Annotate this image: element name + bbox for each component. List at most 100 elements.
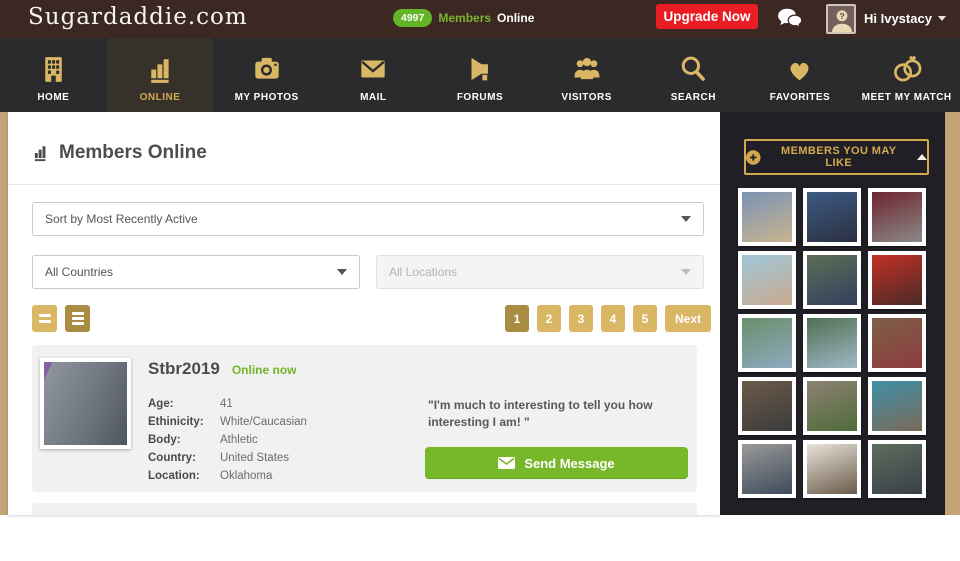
pagination-page-3[interactable]: 3 [569, 305, 593, 332]
members-online-counter: 4997 Members Online [393, 9, 534, 27]
suggested-member-photo[interactable] [738, 314, 796, 372]
members-you-may-like-label: MEMBERS YOU MAY LIKE [769, 145, 910, 169]
detail-label: Location: [148, 470, 220, 482]
detail-row: Ethinicity:White/Caucasian [148, 413, 307, 431]
left-background-strip [0, 112, 8, 515]
user-avatar[interactable]: ? [826, 4, 856, 34]
upgrade-now-button[interactable]: Upgrade Now [656, 4, 758, 29]
nav-item-label: ONLINE [140, 92, 181, 103]
nav-item-label: MY PHOTOS [235, 92, 299, 103]
compact-view-button[interactable] [65, 305, 90, 332]
nav-item-mail[interactable]: MAIL [320, 38, 427, 112]
site-logo[interactable]: Sugardaddie.com [28, 4, 248, 30]
pagination-next-button[interactable]: Next [665, 305, 711, 332]
suggested-member-photo[interactable] [803, 251, 861, 309]
detail-label: Country: [148, 452, 220, 464]
detail-label: Ethinicity: [148, 416, 220, 428]
nav-item-my-photos[interactable]: MY PHOTOS [213, 38, 320, 112]
nav-item-label: MEET MY MATCH [862, 92, 952, 103]
member-quote: "I'm much to interesting to tell you how… [428, 397, 686, 431]
suggested-member-photo[interactable] [738, 440, 796, 498]
list-view-icon [39, 314, 51, 318]
svg-text:?: ? [839, 11, 844, 21]
detail-row: Body:Athletic [148, 431, 307, 449]
detail-label: Body: [148, 434, 220, 446]
member-photo[interactable] [40, 358, 131, 449]
divider [8, 184, 720, 185]
pagination-page-1[interactable]: 1 [505, 305, 529, 332]
suggested-member-photo[interactable] [803, 440, 861, 498]
online-now-badge: Online now [232, 363, 297, 377]
nav-item-search[interactable]: SEARCH [640, 38, 747, 112]
nav-item-online[interactable]: ONLINE [107, 38, 214, 112]
pagination-page-2[interactable]: 2 [537, 305, 561, 332]
heart-icon [783, 48, 816, 90]
online-count-badge: 4997 [393, 9, 432, 27]
send-message-label: Send Message [524, 456, 614, 471]
user-greeting[interactable]: Hi Ivystacy [864, 11, 946, 26]
top-header-bar: Sugardaddie.com 4997 Members Online Upgr… [0, 0, 960, 38]
suggested-member-photo[interactable] [868, 314, 926, 372]
members-label: Members [438, 11, 491, 25]
member-username[interactable]: Stbr2019 [148, 359, 220, 379]
nav-item-label: MAIL [360, 92, 386, 103]
envelope-icon [356, 48, 390, 90]
nav-item-label: SEARCH [671, 92, 716, 103]
main-content-panel: Members Online Sort by Most Recently Act… [8, 112, 720, 515]
sort-select-value: Sort by Most Recently Active [45, 212, 198, 226]
nav-item-visitors[interactable]: VISITORS [533, 38, 640, 112]
suggested-member-photo[interactable] [803, 188, 861, 246]
members-you-may-like-sidebar: MEMBERS YOU MAY LIKE [720, 112, 945, 515]
suggested-member-photo[interactable] [803, 377, 861, 435]
member-card: Stbr2019 Online now Age:41Ethinicity:Whi… [32, 345, 697, 492]
sort-select[interactable]: Sort by Most Recently Active [32, 202, 704, 236]
next-member-card-partial [32, 503, 697, 515]
nav-item-forums[interactable]: FORUMS [427, 38, 534, 112]
online-label: Online [497, 11, 534, 25]
members-you-may-like-button[interactable]: MEMBERS YOU MAY LIKE [744, 139, 929, 175]
compact-view-icon [72, 312, 84, 315]
nav-item-meet-my-match[interactable]: MEET MY MATCH [853, 38, 960, 112]
suggested-members-grid [738, 188, 928, 498]
nav-item-label: FORUMS [457, 92, 503, 103]
suggested-member-photo[interactable] [868, 377, 926, 435]
chat-bubbles-icon[interactable] [776, 7, 803, 35]
detail-row: Age:41 [148, 395, 307, 413]
country-select-value: All Countries [45, 265, 113, 279]
bar-chart-icon [143, 48, 176, 90]
chevron-down-icon [681, 216, 691, 222]
suggested-member-photo[interactable] [738, 188, 796, 246]
detail-row: Country:United States [148, 449, 307, 467]
suggested-member-photo[interactable] [738, 251, 796, 309]
pagination: 12345 Next [505, 305, 711, 332]
page-header: Members Online [31, 142, 207, 164]
chevron-down-icon [938, 16, 946, 21]
circle-plus-icon [746, 150, 761, 165]
main-navigation: HOME ONLINE MY PHOTOS MAIL FORUMS VISITORS SEA… [0, 38, 960, 112]
pagination-page-5[interactable]: 5 [633, 305, 657, 332]
rings-icon [889, 48, 925, 90]
chevron-down-icon [337, 269, 347, 275]
country-select[interactable]: All Countries [32, 255, 360, 289]
suggested-member-photo[interactable] [868, 188, 926, 246]
right-background-strip [945, 112, 960, 515]
chevron-up-icon [917, 154, 927, 160]
suggested-member-photo[interactable] [738, 377, 796, 435]
pagination-page-4[interactable]: 4 [601, 305, 625, 332]
suggested-member-photo[interactable] [803, 314, 861, 372]
suggested-member-photo[interactable] [868, 251, 926, 309]
send-message-button[interactable]: Send Message [425, 447, 688, 479]
detail-label: Age: [148, 398, 220, 410]
view-toggle-group [32, 305, 90, 332]
detail-value: Oklahoma [220, 470, 272, 482]
list-view-button[interactable] [32, 305, 57, 332]
greeting-text: Hi Ivystacy [864, 11, 932, 26]
member-name-row: Stbr2019 Online now [148, 359, 297, 379]
nav-item-favorites[interactable]: FAVORITES [747, 38, 854, 112]
suggested-member-photo[interactable] [868, 440, 926, 498]
detail-row: Location:Oklahoma [148, 467, 307, 485]
page: Sugardaddie.com 4997 Members Online Upgr… [0, 0, 960, 561]
nav-item-label: FAVORITES [770, 92, 830, 103]
search-icon [676, 48, 710, 90]
nav-item-home[interactable]: HOME [0, 38, 107, 112]
